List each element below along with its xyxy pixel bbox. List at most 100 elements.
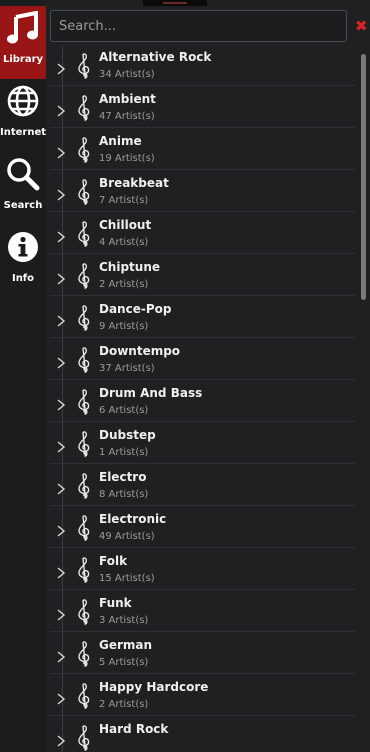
chevron-right-icon[interactable] [56, 60, 66, 75]
info-icon [5, 229, 41, 265]
sidebar-item-library[interactable]: Library [0, 6, 46, 79]
treble-clef-icon [76, 682, 92, 710]
genre-name: Anime [99, 134, 142, 148]
chevron-right-icon[interactable] [56, 648, 66, 663]
chevron-right-icon[interactable] [56, 690, 66, 705]
magnifier-icon [5, 156, 41, 192]
treble-clef-icon [76, 304, 92, 332]
genre-name: Dubstep [99, 428, 156, 442]
treble-clef-icon [76, 598, 92, 626]
genre-name: Chillout [99, 218, 152, 232]
chevron-right-icon[interactable] [56, 312, 66, 327]
list-item[interactable]: Breakbeat 7 Artist(s) [50, 170, 355, 212]
genre-name: Drum And Bass [99, 386, 203, 400]
chevron-right-icon[interactable] [56, 606, 66, 621]
list-item[interactable]: Funk 3 Artist(s) [50, 590, 355, 632]
clear-search-button[interactable]: ✖ [355, 18, 369, 34]
chevron-right-icon[interactable] [56, 102, 66, 117]
artist-count: 6 Artist(s) [99, 405, 149, 416]
artist-count: 3 Artist(s) [99, 615, 149, 626]
genre-name: Happy Hardcore [99, 680, 209, 694]
sidebar-item-label: Internet [0, 127, 47, 138]
list-item[interactable]: Folk 15 Artist(s) [50, 548, 355, 590]
music-note-icon [5, 10, 41, 46]
artist-count: 7 Artist(s) [99, 195, 149, 206]
search-box [50, 10, 347, 42]
list-item[interactable]: German 5 Artist(s) [50, 632, 355, 674]
treble-clef-icon [76, 52, 92, 80]
chevron-right-icon[interactable] [56, 270, 66, 285]
scrollbar[interactable] [361, 54, 367, 748]
genre-name: Alternative Rock [99, 50, 212, 64]
treble-clef-icon [76, 388, 92, 416]
chevron-right-icon[interactable] [56, 396, 66, 411]
genre-list: Alternative Rock 34 Artist(s) Ambient 47… [50, 46, 355, 752]
list-item[interactable]: Alternative Rock 34 Artist(s) [50, 46, 355, 86]
treble-clef-icon [76, 556, 92, 584]
artist-count: 8 Artist(s) [99, 489, 149, 500]
treble-clef-icon [76, 178, 92, 206]
artist-count: 49 Artist(s) [99, 531, 155, 542]
treble-clef-icon [76, 136, 92, 164]
genre-name: Electro [99, 470, 147, 484]
treble-clef-icon [76, 724, 92, 752]
list-item[interactable]: Electro 8 Artist(s) [50, 464, 355, 506]
treble-clef-icon [76, 514, 92, 542]
sidebar-item-label: Info [11, 273, 35, 284]
artist-count: 37 Artist(s) [99, 363, 155, 374]
artist-count: 15 Artist(s) [99, 573, 155, 584]
list-item[interactable]: Electronic 49 Artist(s) [50, 506, 355, 548]
artist-count: 1 Artist(s) [99, 447, 149, 458]
chevron-right-icon[interactable] [56, 732, 66, 747]
treble-clef-icon [76, 262, 92, 290]
genre-name: Downtempo [99, 344, 181, 358]
chevron-right-icon[interactable] [56, 354, 66, 369]
artist-count: 2 Artist(s) [99, 699, 149, 710]
treble-clef-icon [76, 640, 92, 668]
chevron-right-icon[interactable] [56, 522, 66, 537]
list-item[interactable]: Anime 19 Artist(s) [50, 128, 355, 170]
chevron-right-icon[interactable] [56, 228, 66, 243]
sidebar-item-search[interactable]: Search [0, 152, 46, 225]
sidebar-item-info[interactable]: Info [0, 225, 46, 298]
artist-count: 5 Artist(s) [99, 657, 149, 668]
genre-name: Chiptune [99, 260, 161, 274]
sidebar-item-label: Search [3, 200, 43, 211]
list-item[interactable]: Downtempo 37 Artist(s) [50, 338, 355, 380]
treble-clef-icon [76, 220, 92, 248]
treble-clef-icon [76, 472, 92, 500]
genre-name: Dance-Pop [99, 302, 172, 316]
list-item[interactable]: Ambient 47 Artist(s) [50, 86, 355, 128]
genre-name: Funk [99, 596, 132, 610]
sidebar-item-internet[interactable]: Internet [0, 79, 46, 152]
genre-name: Folk [99, 554, 128, 568]
list-item[interactable]: Happy Hardcore 2 Artist(s) [50, 674, 355, 716]
scrollbar-thumb[interactable] [361, 54, 366, 300]
artist-count: 19 Artist(s) [99, 153, 155, 164]
chevron-right-icon[interactable] [56, 480, 66, 495]
list-item[interactable]: Dance-Pop 9 Artist(s) [50, 296, 355, 338]
treble-clef-icon [76, 94, 92, 122]
list-item[interactable]: Drum And Bass 6 Artist(s) [50, 380, 355, 422]
artist-count: 9 Artist(s) [99, 321, 149, 332]
list-item[interactable]: Chillout 4 Artist(s) [50, 212, 355, 254]
genre-name: Ambient [99, 92, 156, 106]
treble-clef-icon [76, 346, 92, 374]
list-item[interactable]: Hard Rock [50, 716, 355, 752]
list-item[interactable]: Chiptune 2 Artist(s) [50, 254, 355, 296]
list-item[interactable]: Dubstep 1 Artist(s) [50, 422, 355, 464]
now-playing-thumbnail [143, 0, 207, 6]
treble-clef-icon [76, 430, 92, 458]
chevron-right-icon[interactable] [56, 186, 66, 201]
sidebar: Library Internet Search Info [0, 0, 46, 752]
genre-name: German [99, 638, 153, 652]
artist-count: 2 Artist(s) [99, 279, 149, 290]
artist-count: 47 Artist(s) [99, 111, 155, 122]
chevron-right-icon[interactable] [56, 564, 66, 579]
sidebar-item-label: Library [2, 54, 44, 65]
chevron-right-icon[interactable] [56, 144, 66, 159]
globe-icon [5, 83, 41, 119]
chevron-right-icon[interactable] [56, 438, 66, 453]
search-input[interactable] [51, 11, 346, 41]
genre-list-panel: Alternative Rock 34 Artist(s) Ambient 47… [50, 46, 370, 752]
